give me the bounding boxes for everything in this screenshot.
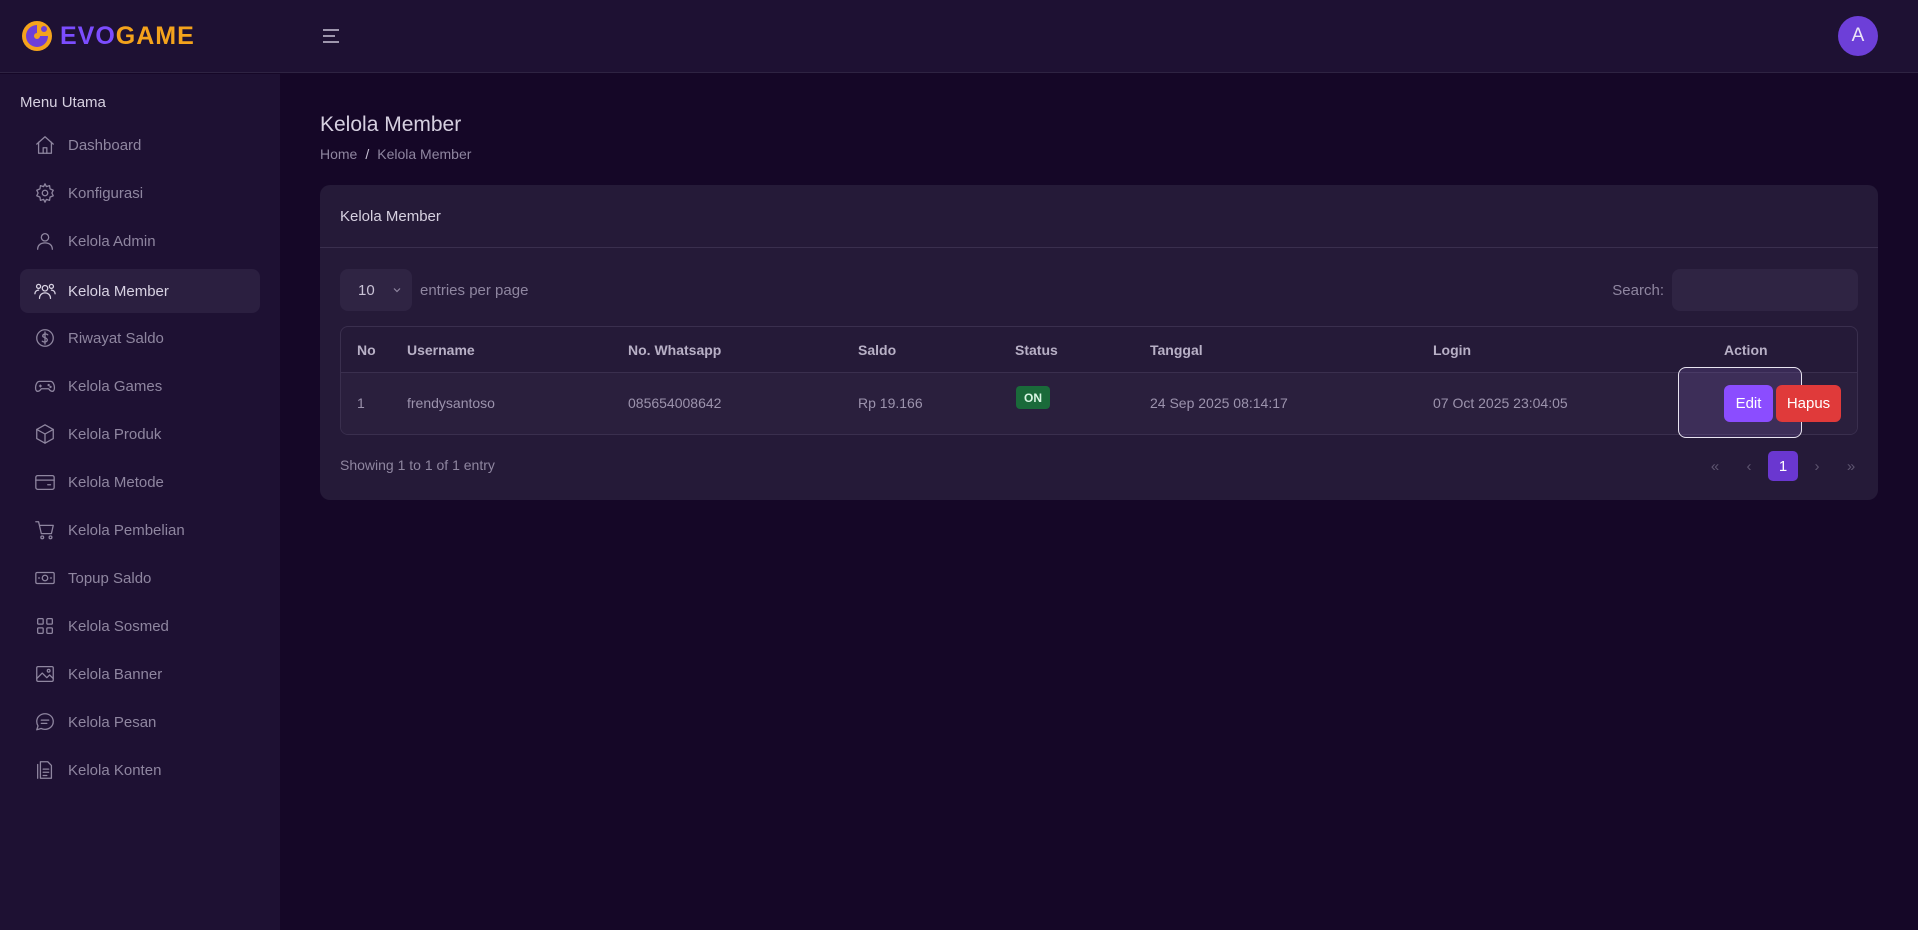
entries-label: entries per page — [420, 281, 529, 299]
pagination-page-button[interactable]: 1 — [1768, 451, 1798, 481]
sidebar-item-label: Kelola Admin — [68, 232, 156, 250]
sidebar-item-label: Kelola Konten — [68, 761, 162, 779]
sidebar-item-kelola-sosmed[interactable]: Kelola Sosmed — [20, 604, 260, 648]
sidebar-item-kelola-member[interactable]: Kelola Member — [20, 269, 260, 313]
home-icon — [33, 133, 57, 157]
sidebar-item-konfigurasi[interactable]: Konfigurasi — [20, 171, 260, 215]
brand-logo-link[interactable]: EVOGAME — [20, 18, 195, 54]
search-control: Search: — [1612, 269, 1858, 311]
pagination-prev-button[interactable]: ‹ — [1732, 451, 1766, 481]
money-icon — [33, 566, 57, 590]
cell-login: 07 Oct 2025 23:04:05 — [1433, 395, 1568, 411]
search-label: Search: — [1612, 281, 1664, 299]
sidebar-item-label: Kelola Metode — [68, 473, 164, 491]
column-header-no[interactable]: No — [357, 342, 376, 358]
sidebar-item-kelola-games[interactable]: Kelola Games — [20, 364, 260, 408]
sidebar-item-label: Dashboard — [68, 136, 142, 154]
gamepad-icon — [33, 374, 57, 398]
document-icon — [33, 758, 57, 782]
table-header: No Username No. Whatsapp Saldo Status Ta… — [341, 327, 1857, 373]
status-badge: ON — [1016, 386, 1050, 409]
pagination-last-button[interactable]: » — [1834, 451, 1868, 481]
cell-saldo: Rp 19.166 — [858, 395, 923, 411]
users-icon — [33, 279, 57, 303]
column-header-username[interactable]: Username — [407, 342, 475, 358]
column-header-whatsapp[interactable]: No. Whatsapp — [628, 342, 721, 358]
sidebar-title: Menu Utama — [20, 94, 106, 111]
breadcrumb: Home / Kelola Member — [320, 146, 471, 162]
column-header-status[interactable]: Status — [1015, 342, 1058, 358]
sidebar: Menu Utama Dashboard Konfigurasi Kelola … — [0, 74, 280, 930]
chevron-down-icon — [393, 288, 401, 293]
sidebar-item-label: Kelola Banner — [68, 665, 163, 683]
box-icon — [33, 422, 57, 446]
brand-logo-icon — [22, 21, 52, 51]
entries-control: 10 entries per page — [340, 269, 528, 311]
sidebar-item-topup-saldo[interactable]: Topup Saldo — [20, 556, 260, 600]
sidebar-item-label: Kelola Sosmed — [68, 617, 169, 635]
sidebar-item-kelola-produk[interactable]: Kelola Produk — [20, 412, 260, 456]
sidebar-item-kelola-admin[interactable]: Kelola Admin — [20, 219, 260, 263]
sidebar-item-label: Riwayat Saldo — [68, 329, 164, 347]
cell-whatsapp: 085654008642 — [628, 395, 722, 411]
page-title: Kelola Member — [320, 113, 462, 136]
sidebar-item-riwayat-saldo[interactable]: Riwayat Saldo — [20, 316, 260, 360]
card-title: Kelola Member — [320, 185, 1878, 248]
sidebar-item-kelola-banner[interactable]: Kelola Banner — [20, 652, 260, 696]
delete-button[interactable]: Hapus — [1776, 385, 1841, 422]
breadcrumb-separator: / — [365, 146, 370, 162]
column-header-action[interactable]: Action — [1724, 342, 1768, 358]
sidebar-item-label: Kelola Member — [68, 282, 169, 300]
sidebar-item-dashboard[interactable]: Dashboard — [20, 123, 260, 167]
top-bar: EVOGAME A — [0, 0, 1918, 73]
column-header-tanggal[interactable]: Tanggal — [1150, 342, 1203, 358]
column-header-login[interactable]: Login — [1433, 342, 1471, 358]
search-input[interactable] — [1672, 269, 1858, 311]
sidebar-item-kelola-pembelian[interactable]: Kelola Pembelian — [20, 508, 260, 552]
entries-value: 10 — [358, 281, 375, 299]
brand-name: EVOGAME — [60, 21, 195, 50]
sidebar-item-label: Kelola Pesan — [68, 713, 157, 731]
sidebar-item-label: Kelola Produk — [68, 425, 162, 443]
edit-button[interactable]: Edit — [1724, 385, 1773, 422]
column-header-saldo[interactable]: Saldo — [858, 342, 896, 358]
sidebar-item-label: Kelola Games — [68, 377, 163, 395]
pagination: « ‹ 1 › » — [1698, 451, 1868, 481]
entries-per-page-select[interactable]: 10 — [340, 269, 412, 311]
pagination-next-button[interactable]: › — [1800, 451, 1834, 481]
sidebar-item-label: Kelola Pembelian — [68, 521, 185, 539]
cell-tanggal: 24 Sep 2025 08:14:17 — [1150, 395, 1288, 411]
wallet-icon — [33, 470, 57, 494]
sidebar-item-kelola-metode[interactable]: Kelola Metode — [20, 460, 260, 504]
user-avatar[interactable]: A — [1838, 16, 1878, 56]
cell-username: frendysantoso — [407, 395, 495, 411]
hamburger-menu-icon[interactable] — [321, 26, 341, 46]
sidebar-item-kelola-pesan[interactable]: Kelola Pesan — [20, 700, 260, 744]
user-icon — [33, 229, 57, 253]
breadcrumb-current: Kelola Member — [377, 146, 472, 162]
breadcrumb-home-link[interactable]: Home — [320, 146, 357, 162]
cart-icon — [33, 518, 57, 542]
pagination-first-button[interactable]: « — [1698, 451, 1732, 481]
sidebar-item-label: Konfigurasi — [68, 184, 144, 202]
member-card: Kelola Member 10 entries per page Search… — [320, 185, 1878, 500]
grid-icon — [33, 614, 57, 638]
cell-no: 1 — [357, 395, 365, 411]
sidebar-item-label: Topup Saldo — [68, 569, 152, 587]
chat-icon — [33, 710, 57, 734]
dollar-circle-icon — [33, 326, 57, 350]
gear-icon — [33, 181, 57, 205]
image-icon — [33, 662, 57, 686]
showing-entries-info: Showing 1 to 1 of 1 entry — [340, 457, 495, 473]
sidebar-item-kelola-konten[interactable]: Kelola Konten — [20, 748, 260, 792]
table-row: 1 frendysantoso 085654008642 Rp 19.166 O… — [341, 373, 1857, 434]
member-table: No Username No. Whatsapp Saldo Status Ta… — [340, 326, 1858, 435]
